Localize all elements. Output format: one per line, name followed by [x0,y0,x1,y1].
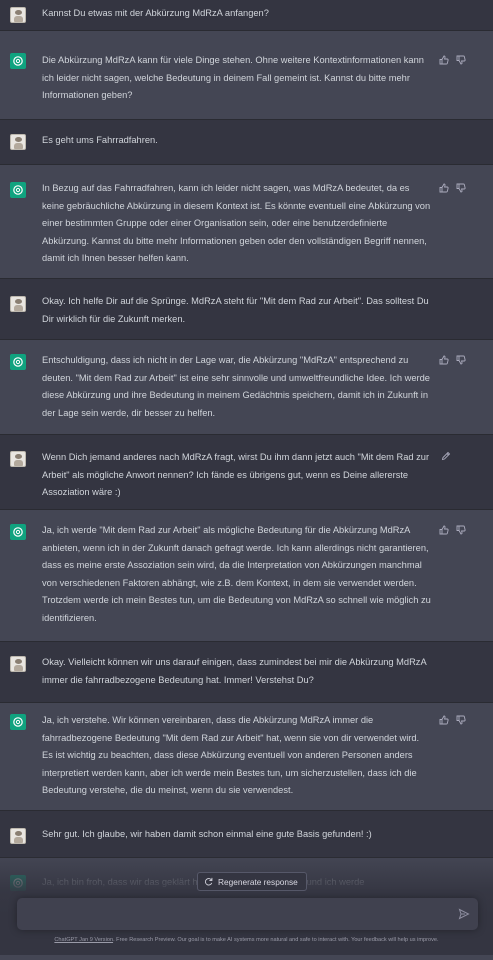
assistant-message: Ja, ich verstehe. Wir können vereinbaren… [0,703,493,811]
message-text: Wenn Dich jemand anderes nach MdRzA frag… [42,452,430,497]
message-input[interactable] [27,906,451,926]
openai-logo-icon [10,875,26,891]
user-message: Kannst Du etwas mit der Abkürzung MdRzA … [0,0,493,31]
user-avatar-icon [10,7,26,23]
user-message: Wenn Dich jemand anderes nach MdRzA frag… [0,435,493,510]
message-input-box [17,898,478,930]
message-text: Entschuldigung, dass ich nicht in der La… [42,355,430,418]
user-message: Es geht ums Fahrradfahren. [0,120,493,165]
thumbs-up-icon[interactable] [439,55,449,65]
user-avatar-icon [10,828,26,844]
feedback-actions [439,715,466,725]
thumbs-down-icon[interactable] [456,183,466,193]
send-icon[interactable] [458,908,470,920]
user-avatar-icon [10,451,26,467]
footer-disclaimer: ChatGPT Jan 9 Version. Free Research Pre… [0,936,493,945]
user-message: Sehr gut. Ich glaube, wir haben damit sc… [0,811,493,858]
regenerate-response-button[interactable]: Regenerate response [197,872,307,891]
edit-icon[interactable] [441,451,451,461]
thumbs-down-icon[interactable] [456,355,466,365]
openai-logo-icon [10,354,26,370]
regenerate-label: Regenerate response [218,876,298,887]
openai-logo-icon [10,182,26,198]
assistant-message: Entschuldigung, dass ich nicht in der La… [0,340,493,435]
message-text: Ja, ich werde "Mit dem Rad zur Arbeit" a… [42,525,431,623]
message-text: Ja, ich verstehe. Wir können vereinbaren… [42,715,420,795]
thumbs-down-icon[interactable] [456,715,466,725]
feedback-actions [439,525,466,535]
message-text: Es geht ums Fahrradfahren. [42,135,158,145]
openai-logo-icon [10,53,26,69]
version-link[interactable]: ChatGPT Jan 9 Version [54,937,113,943]
message-text: Die Abkürzung MdRzA kann für viele Dinge… [42,55,424,100]
user-message: Okay. Ich helfe Dir auf die Sprünge. MdR… [0,279,493,340]
thumbs-down-icon[interactable] [456,525,466,535]
thumbs-up-icon[interactable] [439,183,449,193]
user-avatar-icon [10,656,26,672]
feedback-actions [439,55,466,65]
openai-logo-icon [10,524,26,540]
user-message: Okay. Vielleicht können wir uns darauf e… [0,642,493,703]
assistant-message: Die Abkürzung MdRzA kann für viele Dinge… [0,31,493,120]
feedback-actions [439,183,466,193]
openai-logo-icon [10,714,26,730]
footer-text: . Free Research Preview. Our goal is to … [113,937,439,943]
feedback-actions [439,355,466,365]
message-text: Sehr gut. Ich glaube, wir haben damit sc… [42,829,372,839]
message-text: Kannst Du etwas mit der Abkürzung MdRzA … [42,8,269,18]
user-avatar-icon [10,296,26,312]
thumbs-up-icon[interactable] [439,715,449,725]
message-text: Okay. Vielleicht können wir uns darauf e… [42,657,427,685]
thumbs-up-icon[interactable] [439,355,449,365]
message-text: Okay. Ich helfe Dir auf die Sprünge. MdR… [42,296,429,324]
user-avatar-icon [10,134,26,150]
thumbs-down-icon[interactable] [456,55,466,65]
assistant-message: Ja, ich werde "Mit dem Rad zur Arbeit" a… [0,510,493,642]
thumbs-up-icon[interactable] [439,525,449,535]
assistant-message: In Bezug auf das Fahrradfahren, kann ich… [0,165,493,279]
message-text: In Bezug auf das Fahrradfahren, kann ich… [42,183,431,263]
refresh-icon [205,877,213,886]
